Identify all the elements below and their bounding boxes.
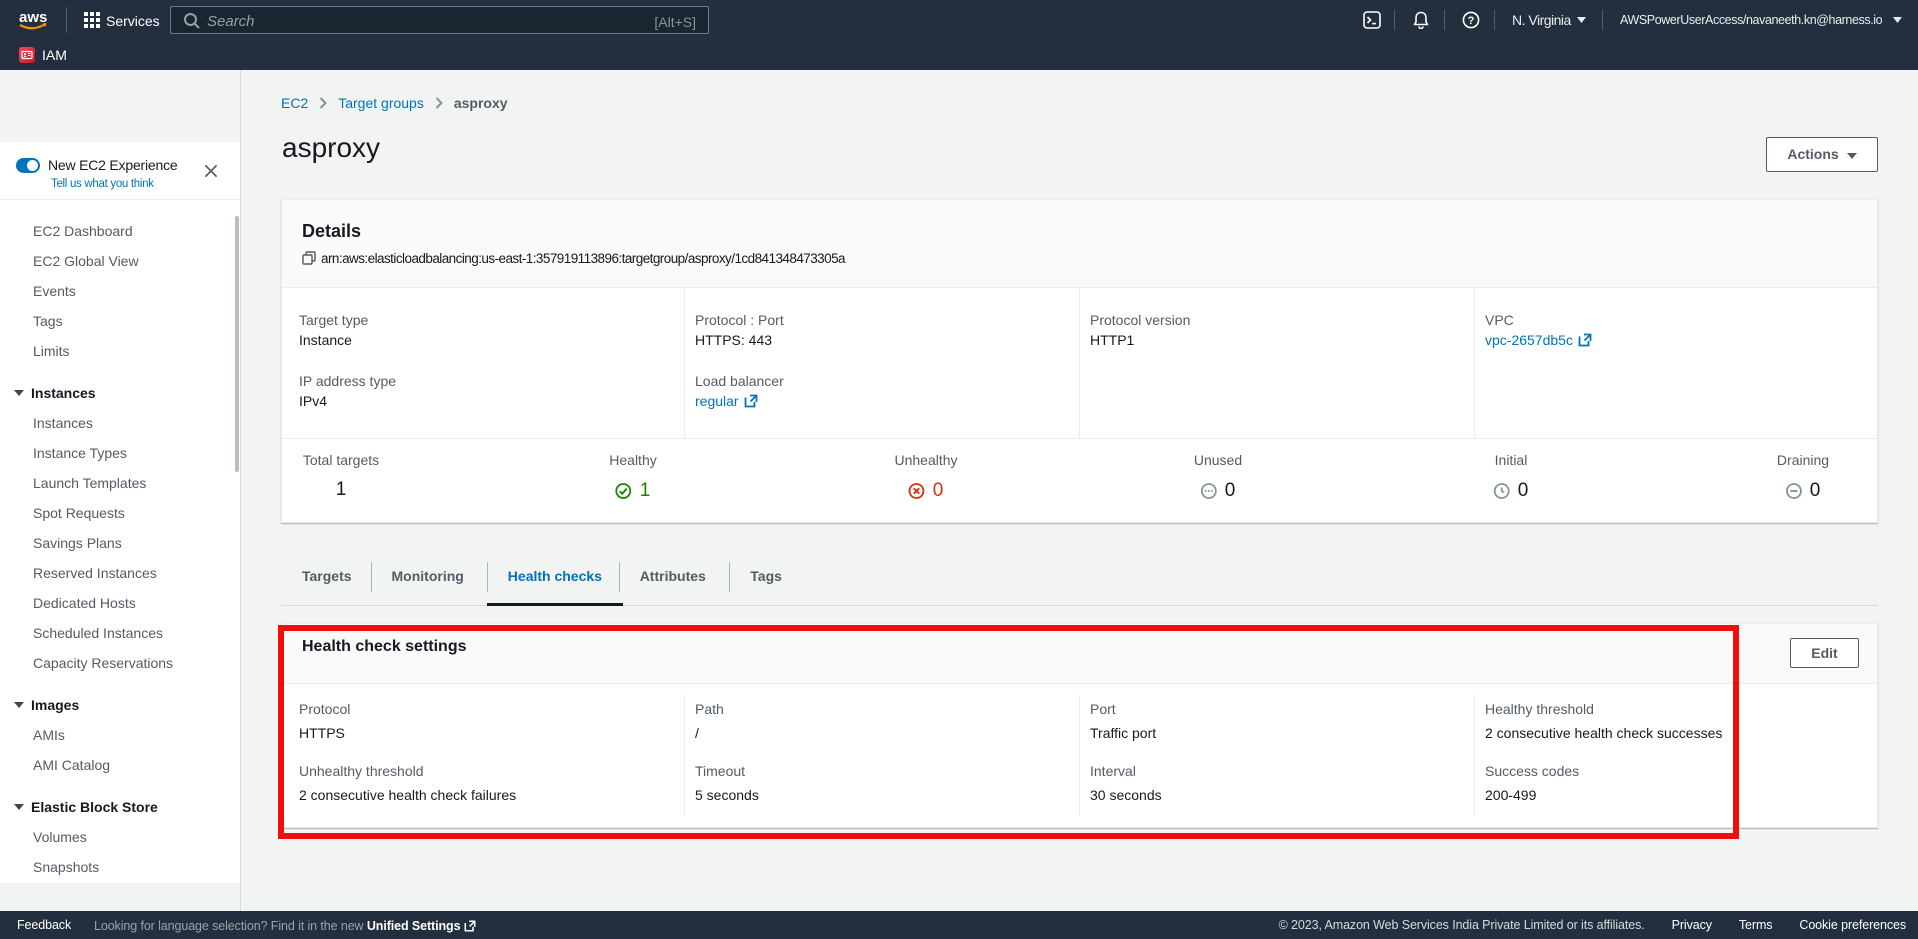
svg-text:aws: aws [19,9,47,26]
svg-text:?: ? [1468,15,1475,27]
